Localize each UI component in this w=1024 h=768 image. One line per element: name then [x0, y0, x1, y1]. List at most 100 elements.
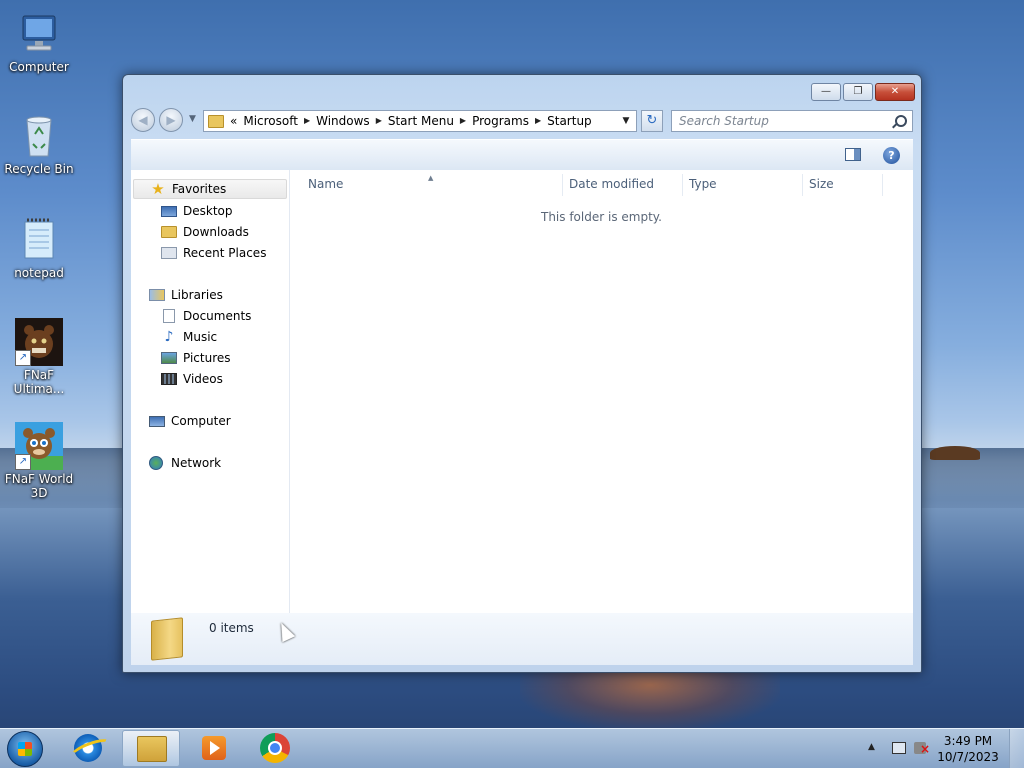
breadcrumb-start-menu[interactable]: Start Menu — [388, 111, 454, 131]
taskbar-button-internet-explorer[interactable] — [60, 730, 118, 767]
pictures-icon — [161, 352, 177, 364]
breadcrumb-programs[interactable]: Programs — [472, 111, 529, 131]
nav-item-label: Computer — [171, 414, 231, 428]
volume-muted-icon[interactable] — [914, 742, 930, 755]
breadcrumb-separator-icon[interactable]: ▶ — [304, 111, 310, 131]
empty-folder-message: This folder is empty. — [541, 210, 662, 224]
nav-item-label: Recent Places — [183, 246, 267, 260]
media-player-icon — [202, 736, 226, 760]
nav-item-favorites[interactable]: ★ Favorites — [133, 179, 287, 199]
show-hidden-icons-button[interactable]: ▲ — [868, 742, 875, 752]
preview-pane-icon[interactable] — [845, 148, 861, 161]
desktop-icon-fnaf-world[interactable]: ↗ FNaF World 3D — [0, 422, 78, 500]
folder-icon — [151, 617, 183, 661]
chrome-icon — [260, 733, 290, 763]
navigation-bar: ◀ ▶ ▼ « Microsoft ▶ Windows ▶ Start Menu… — [131, 107, 913, 135]
nav-item-label: Music — [183, 330, 218, 344]
breadcrumb-windows[interactable]: Windows — [316, 111, 370, 131]
nav-item-label: Documents — [183, 309, 252, 323]
search-placeholder: Search Startup — [679, 114, 769, 128]
show-desktop-button[interactable] — [1009, 729, 1024, 768]
column-header-size[interactable]: Size — [803, 174, 883, 196]
start-button[interactable] — [7, 731, 43, 767]
column-header-label: Name — [308, 177, 344, 191]
breadcrumb-startup[interactable]: Startup — [547, 111, 592, 131]
recycle-bin-icon — [15, 112, 63, 160]
help-icon[interactable]: ? — [883, 147, 900, 164]
nav-item-label: Desktop — [183, 204, 233, 218]
back-button[interactable]: ◀ — [131, 108, 155, 132]
column-header-type[interactable]: Type — [683, 174, 803, 196]
nav-item-pictures[interactable]: Pictures — [161, 348, 231, 368]
clock[interactable]: 3:49 PM 10/7/2023 — [936, 733, 1000, 765]
command-bar: ? — [131, 139, 913, 171]
close-button[interactable]: ✕ — [875, 83, 915, 101]
recent-pages-dropdown[interactable]: ▼ — [189, 114, 196, 124]
minimize-button[interactable]: — — [811, 83, 841, 101]
sort-ascending-icon: ▲ — [428, 174, 434, 182]
nav-item-label: Downloads — [183, 225, 249, 239]
nav-item-label: Favorites — [172, 182, 227, 196]
file-list-pane[interactable]: Name ▲ Date modified Type Size This fold… — [290, 170, 913, 613]
desktop-icon-computer[interactable]: Computer — [0, 10, 78, 74]
videos-icon — [161, 373, 177, 385]
taskbar-button-media-player[interactable] — [184, 730, 242, 767]
caption-buttons: — ❐ ✕ — [809, 83, 915, 101]
nav-item-label: Libraries — [171, 288, 223, 302]
desktop-icon-notepad[interactable]: notepad — [0, 216, 78, 280]
breadcrumb-separator-icon[interactable]: ▶ — [376, 111, 382, 131]
network-icon[interactable] — [892, 742, 906, 754]
desktop-icon-label: notepad — [14, 266, 64, 280]
content-area: ★ Favorites Desktop Downloads Recent Pla… — [131, 170, 913, 614]
details-pane: 0 items — [131, 613, 913, 665]
maximize-button[interactable]: ❐ — [843, 83, 873, 101]
nav-item-label: Pictures — [183, 351, 231, 365]
nav-item-desktop[interactable]: Desktop — [161, 201, 233, 221]
item-count: 0 items — [209, 621, 254, 635]
libraries-icon — [149, 289, 165, 301]
taskbar-button-chrome[interactable] — [246, 730, 304, 767]
desktop-icon-label: FNaF Ultima... — [13, 368, 65, 396]
nav-item-videos[interactable]: Videos — [161, 369, 223, 389]
explorer-window[interactable]: — ❐ ✕ ◀ ▶ ▼ « Microsoft ▶ Windows ▶ Star… — [122, 74, 922, 673]
computer-icon — [149, 415, 165, 427]
refresh-button[interactable]: ↻ — [641, 110, 663, 132]
nav-item-libraries[interactable]: Libraries — [149, 285, 223, 305]
nav-item-network[interactable]: Network — [149, 453, 221, 473]
address-dropdown[interactable]: ▼ — [616, 111, 636, 131]
nav-item-downloads[interactable]: Downloads — [161, 222, 249, 242]
nav-item-music[interactable]: ♪ Music — [161, 327, 218, 347]
desktop-icon-label: FNaF World 3D — [4, 472, 74, 500]
breadcrumb-microsoft[interactable]: Microsoft — [243, 111, 298, 131]
clock-time: 3:49 PM — [943, 734, 993, 748]
column-header-name[interactable]: Name ▲ — [290, 174, 563, 196]
music-icon: ♪ — [164, 329, 174, 345]
forward-button[interactable]: ▶ — [159, 108, 183, 132]
search-input[interactable]: Search Startup — [671, 110, 913, 132]
shortcut-arrow-icon: ↗ — [15, 454, 31, 470]
taskbar-button-windows-explorer[interactable] — [122, 730, 180, 767]
documents-icon — [163, 309, 175, 323]
column-header-label: Size — [809, 177, 834, 191]
desktop-icon — [161, 206, 177, 217]
desktop-icon-fnaf-ultimate[interactable]: ↗ FNaF Ultima... — [0, 318, 78, 396]
nav-item-recent-places[interactable]: Recent Places — [161, 243, 266, 263]
column-header-date-modified[interactable]: Date modified — [563, 174, 683, 196]
nav-item-label: Network — [171, 456, 222, 470]
downloads-icon — [161, 226, 177, 238]
column-header-label: Type — [689, 177, 717, 191]
wallpaper-rock — [930, 446, 980, 460]
nav-item-documents[interactable]: Documents — [161, 306, 251, 326]
breadcrumb-separator-icon[interactable]: ▶ — [460, 111, 466, 131]
desktop-icon-recycle-bin[interactable]: Recycle Bin — [0, 112, 78, 176]
desktop-icon-label: Recycle Bin — [4, 162, 74, 176]
breadcrumb-overflow[interactable]: « — [230, 111, 237, 131]
nav-item-computer[interactable]: Computer — [149, 411, 231, 431]
recent-places-icon — [161, 247, 177, 259]
network-icon — [149, 456, 163, 470]
breadcrumb-separator-icon[interactable]: ▶ — [535, 111, 541, 131]
address-bar[interactable]: « Microsoft ▶ Windows ▶ Start Menu ▶ Pro… — [203, 110, 637, 132]
nav-item-label: Videos — [183, 372, 223, 386]
search-icon[interactable] — [895, 115, 907, 127]
shortcut-arrow-icon: ↗ — [15, 350, 31, 366]
